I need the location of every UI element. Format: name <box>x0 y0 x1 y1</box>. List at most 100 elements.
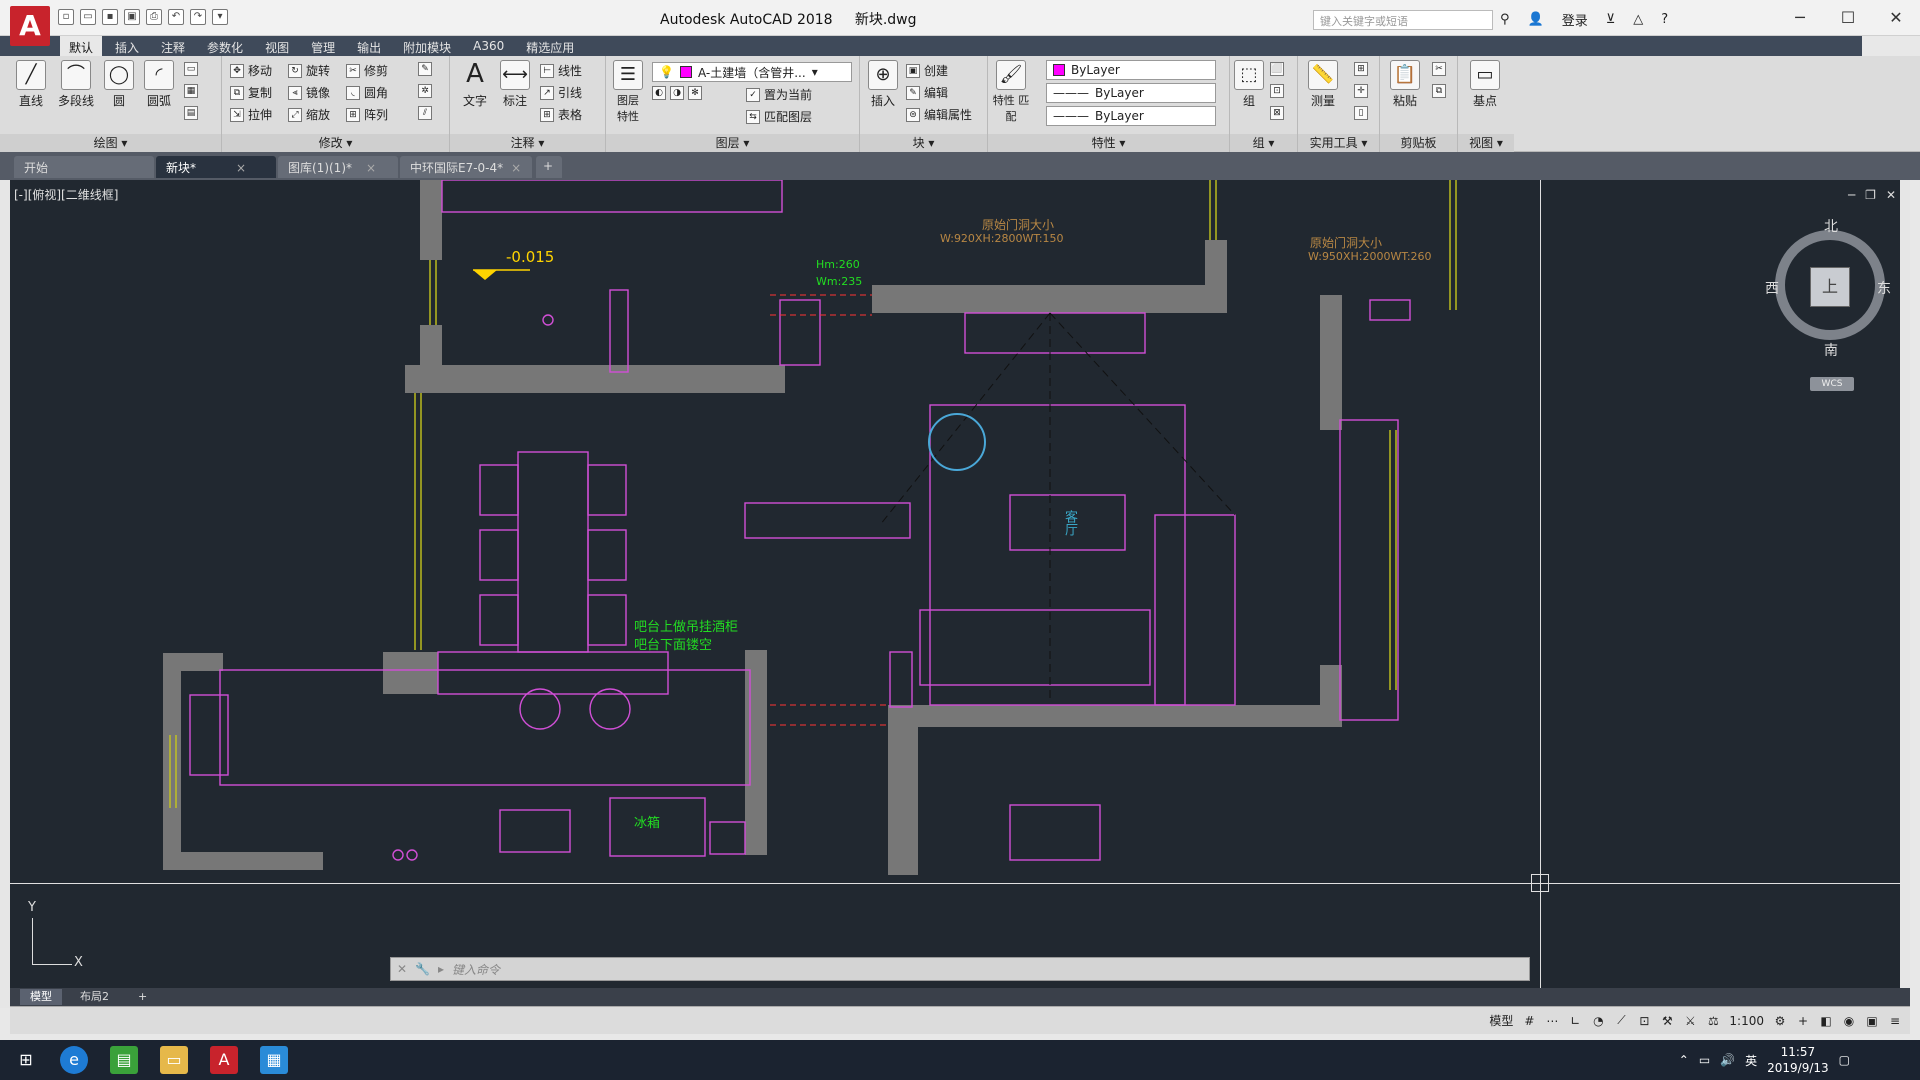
save-icon[interactable]: ▪ <box>102 9 118 25</box>
doc-tab-library[interactable]: 图库(1)(1)* × <box>278 156 398 178</box>
autocad-taskbar-icon[interactable]: A <box>210 1046 238 1074</box>
grid-icon[interactable]: # <box>1522 1014 1536 1028</box>
new-file-icon[interactable]: ▫ <box>58 9 74 25</box>
count-tool[interactable]: ▯ <box>1354 106 1368 120</box>
tab-annotate[interactable]: 注释 <box>152 36 194 56</box>
quick-calc-tool[interactable]: ⊞ <box>1354 62 1368 76</box>
arc-tool[interactable]: ◜ 圆弧 <box>140 60 178 109</box>
hatch-tool[interactable]: ▦ <box>184 84 198 98</box>
tab-output[interactable]: 输出 <box>348 36 390 56</box>
open-file-icon[interactable]: ▭ <box>80 9 96 25</box>
rotate-tool[interactable]: ↻ 旋转 <box>288 62 330 79</box>
paste-tool[interactable]: 📋 粘贴 <box>1386 60 1424 109</box>
compass-west[interactable]: 西 <box>1765 278 1779 298</box>
cut-tool[interactable]: ✂ <box>1432 62 1446 76</box>
doc-tab-new-block[interactable]: 新块* × <box>156 156 276 178</box>
wrench-icon[interactable]: 🔧 <box>415 962 430 976</box>
file-explorer-icon[interactable]: ▭ <box>160 1046 188 1074</box>
minimize-button[interactable]: ─ <box>1776 0 1824 36</box>
add-layout-button[interactable]: + <box>128 989 157 1005</box>
create-block-tool[interactable]: ▣ 创建 <box>906 62 948 79</box>
id-point-tool[interactable]: ✛ <box>1354 84 1368 98</box>
viewport-label[interactable]: [-][俯视][二维线框] <box>14 186 118 203</box>
ortho-icon[interactable]: ∟ <box>1568 1014 1582 1028</box>
notification-icon[interactable]: ▢ <box>1839 1053 1850 1067</box>
polyline-tool[interactable]: ⌒ 多段线 <box>54 60 98 109</box>
group-edit-tool[interactable]: ⊡ <box>1270 84 1284 98</box>
edit-block-tool[interactable]: ✎ 编辑 <box>906 84 948 101</box>
circle-tool[interactable]: ◯ 圆 <box>100 60 138 109</box>
linear-dim-tool[interactable]: ⊢ 线性 <box>540 62 582 79</box>
modify-group-label[interactable]: 修改 ▾ <box>222 134 449 152</box>
dimension-tool[interactable]: ⟷ 标注 <box>496 60 534 109</box>
gradient-tool[interactable]: ▤ <box>184 106 198 120</box>
match-properties-tool[interactable]: 🖌 特性 匹配 <box>992 60 1030 124</box>
signin-link[interactable]: 登录 <box>1562 10 1588 29</box>
volume-icon[interactable]: 🔊 <box>1720 1053 1735 1067</box>
vertical-scrollbar[interactable] <box>1900 180 1910 988</box>
layout-tab-layout2[interactable]: 布局2 <box>70 989 119 1005</box>
isolate-icon[interactable]: ◧ <box>1819 1014 1833 1028</box>
browser-icon[interactable]: e <box>60 1046 88 1074</box>
viewcube[interactable]: 上 北 南 东 西 WCS <box>1765 212 1895 391</box>
tab-view[interactable]: 视图 <box>256 36 298 56</box>
match-layer-tool[interactable]: ⇆ 匹配图层 <box>746 108 812 125</box>
stretch-tool[interactable]: ⇲ 拉伸 <box>230 106 272 123</box>
cart-icon[interactable]: ⊻ <box>1606 12 1616 27</box>
edit-attributes-tool[interactable]: ⊜ 编辑属性 <box>906 106 972 123</box>
trim-tool[interactable]: ✂ 修剪 <box>346 62 388 79</box>
base-view-tool[interactable]: ▭ 基点 <box>1466 60 1504 109</box>
viewport-close-icon[interactable]: ✕ <box>1886 188 1896 202</box>
set-current-layer-tool[interactable]: ✓ 置为当前 <box>746 86 812 103</box>
close-tab-icon[interactable]: × <box>511 161 521 175</box>
move-tool[interactable]: ✥ 移动 <box>230 62 272 79</box>
isodraft-icon[interactable]: ⟋ <box>1614 1013 1628 1028</box>
notes-app-icon[interactable]: ▤ <box>110 1046 138 1074</box>
fillet-tool[interactable]: ◟ 圆角 <box>346 84 388 101</box>
tab-manage[interactable]: 管理 <box>302 36 344 56</box>
wcs-menu[interactable]: WCS <box>1810 377 1854 391</box>
ungroup-tool[interactable]: ⬜ <box>1270 62 1284 76</box>
app-menu-button[interactable]: A <box>10 6 50 46</box>
properties-group-label[interactable]: 特性 ▾ <box>988 134 1229 152</box>
doc-tab-zhonghuan[interactable]: 中环国际E7-0-4* × <box>400 156 532 178</box>
snap-icon[interactable]: ⋯ <box>1545 1014 1559 1028</box>
lineweight-dropdown[interactable]: ——— ByLayer <box>1046 106 1216 126</box>
annotation-scale-value[interactable]: 1:100 <box>1729 1014 1764 1028</box>
layer-state-tools[interactable]: ◐ ◑ ✻ <box>652 86 702 100</box>
layout-tab-model[interactable]: 模型 <box>20 989 62 1005</box>
compass-east[interactable]: 东 <box>1877 278 1891 298</box>
maximize-button[interactable]: ☐ <box>1824 0 1872 36</box>
mirror-tool[interactable]: ⫷ 镜像 <box>288 84 330 101</box>
compass-north[interactable]: 北 <box>1824 216 1838 236</box>
auto-scale-icon[interactable]: ⚔ <box>1683 1014 1697 1028</box>
help-icon[interactable]: ? <box>1661 12 1668 27</box>
design-app-icon[interactable]: ▦ <box>260 1046 288 1074</box>
close-tab-icon[interactable]: × <box>236 161 246 175</box>
insert-block-tool[interactable]: ⊕ 插入 <box>864 60 902 109</box>
group-select-tool[interactable]: ⊠ <box>1270 106 1284 120</box>
windows-start-icon[interactable]: ⊞ <box>12 1046 40 1074</box>
tab-a360[interactable]: A360 <box>464 36 513 56</box>
viewport-restore-icon[interactable]: ❐ <box>1865 188 1876 202</box>
customize-icon[interactable]: ≡ <box>1888 1014 1902 1028</box>
save-as-icon[interactable]: ▣ <box>124 9 140 25</box>
close-tab-icon[interactable]: × <box>366 161 376 175</box>
clipboard-group-label[interactable]: 剪贴板 <box>1380 134 1457 152</box>
tab-featured-apps[interactable]: 精选应用 <box>517 36 583 56</box>
plus-icon[interactable]: + <box>1796 1014 1810 1028</box>
tab-parametric[interactable]: 参数化 <box>198 36 252 56</box>
network-icon[interactable]: ▭ <box>1699 1053 1710 1067</box>
explode-tool[interactable]: ✲ <box>418 84 432 98</box>
qat-dropdown-icon[interactable]: ▾ <box>212 9 228 25</box>
object-snap-icon[interactable]: ⊡ <box>1637 1014 1651 1028</box>
polar-icon[interactable]: ◔ <box>1591 1014 1605 1028</box>
tab-default[interactable]: 默认 <box>60 36 103 56</box>
annotation-visibility-icon[interactable]: ⚒ <box>1660 1014 1674 1028</box>
system-clock[interactable]: 11:57 2019/9/13 <box>1767 1044 1829 1076</box>
copy-tool[interactable]: ⧉ 复制 <box>230 84 272 101</box>
new-tab-button[interactable]: + <box>536 156 562 178</box>
hardware-accel-icon[interactable]: ◉ <box>1842 1014 1856 1028</box>
measure-tool[interactable]: 📏 测量 <box>1304 60 1342 109</box>
close-button[interactable]: ✕ <box>1872 0 1920 36</box>
